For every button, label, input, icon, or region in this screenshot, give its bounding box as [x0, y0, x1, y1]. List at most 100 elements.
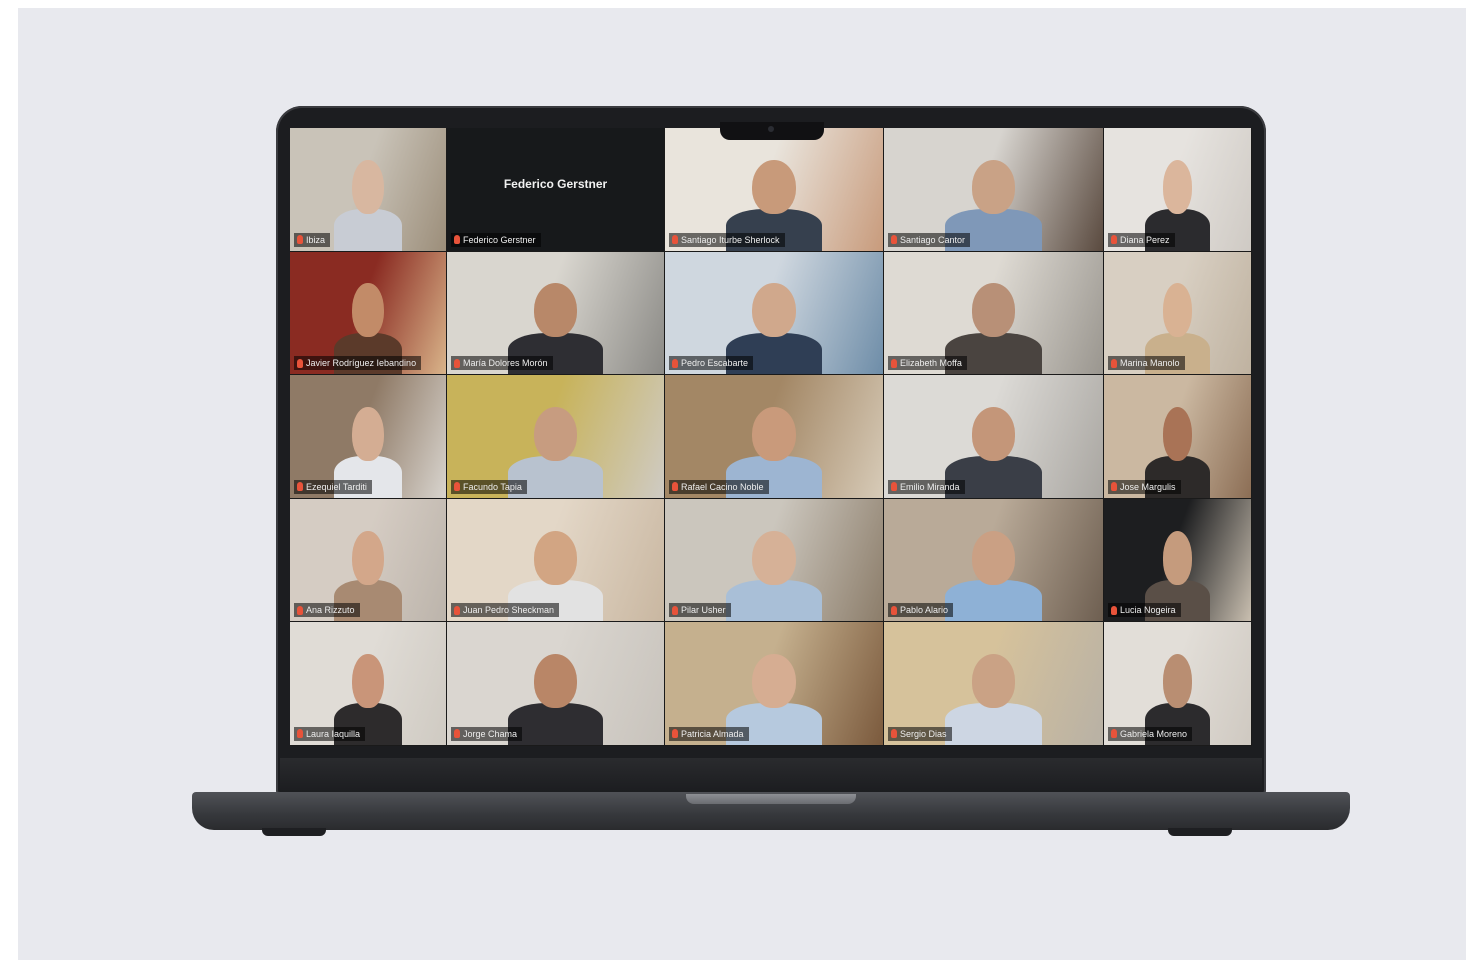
- participant-name: Lucia Nogeira: [1120, 605, 1176, 616]
- participant-name-tag: María Dolores Morón: [451, 356, 553, 371]
- mic-muted-icon: [672, 235, 678, 245]
- participant-head: [352, 407, 384, 461]
- participant-name-tag: Laura Iaquilla: [294, 726, 366, 741]
- participant-name-tag: Ezequiel Tarditi: [294, 479, 372, 494]
- participant-name-tag: Elizabeth Moffa: [888, 356, 967, 371]
- participant-tile[interactable]: Diana Perez: [1104, 128, 1252, 252]
- participant-tile[interactable]: Laura Iaquilla: [290, 622, 447, 746]
- participant-tile[interactable]: Ana Rizzuto: [290, 498, 447, 623]
- participant-name: María Dolores Morón: [463, 358, 548, 369]
- participant-name-tag: Sergio Dias: [888, 726, 952, 741]
- participant-torso: [726, 579, 822, 622]
- participant-head: [352, 283, 384, 338]
- mic-muted-icon: [672, 358, 678, 368]
- participant-name-tag: Lucia Nogeira: [1108, 603, 1181, 618]
- participant-head: [1162, 407, 1193, 461]
- participant-name-tag: Marina Manolo: [1108, 356, 1185, 371]
- participant-name: Facundo Tapia: [463, 481, 522, 492]
- participant-name-tag: Ibiza: [294, 232, 331, 247]
- participant-tile[interactable]: Ibiza: [290, 128, 447, 252]
- mic-muted-icon: [297, 358, 303, 368]
- participant-torso: [333, 208, 403, 251]
- mic-muted-icon: [1111, 235, 1117, 245]
- participant-head: [533, 530, 578, 585]
- participant-tile[interactable]: Marina Manolo: [1104, 251, 1252, 376]
- participant-tile[interactable]: Sergio Dias: [884, 622, 1104, 746]
- participant-tile[interactable]: María Dolores Morón: [447, 251, 665, 376]
- participant-tile[interactable]: Santiago Cantor: [884, 128, 1104, 252]
- participant-name-tag: Jose Margulis: [1108, 479, 1181, 494]
- mic-muted-icon: [454, 235, 460, 245]
- participant-name-tag: Santiago Cantor: [888, 232, 971, 247]
- participant-name-tag: Pedro Escabarte: [669, 356, 754, 371]
- mic-muted-icon: [454, 605, 460, 615]
- participant-tile[interactable]: Emilio Miranda: [884, 375, 1104, 499]
- participant-name: Ibiza: [306, 234, 326, 245]
- participant-head: [971, 159, 1016, 214]
- participant-head: [1162, 283, 1193, 338]
- participant-tile[interactable]: Lucia Nogeira: [1104, 498, 1252, 623]
- participant-name: Gabriela Moreno: [1120, 728, 1188, 739]
- video-call-screen: Ibiza Federico Gerstner Federico Gerstner S…: [290, 128, 1252, 746]
- participant-tile[interactable]: Pedro Escabarte: [665, 251, 884, 376]
- participant-tile[interactable]: Elizabeth Moffa: [884, 251, 1104, 376]
- participant-tile[interactable]: Rafael Cacino Noble: [665, 375, 884, 499]
- participant-head: [533, 654, 578, 709]
- participant-tile[interactable]: Gabriela Moreno: [1104, 622, 1252, 746]
- participant-torso: [945, 579, 1042, 622]
- participant-tile[interactable]: Pilar Usher: [665, 498, 884, 623]
- laptop-foot-left: [262, 828, 326, 836]
- participant-name: Ezequiel Tarditi: [306, 481, 367, 492]
- participant-name: Pilar Usher: [681, 605, 726, 616]
- participant-name-tag: Santiago Iturbe Sherlock: [669, 232, 785, 247]
- participant-name-tag: Juan Pedro Sheckman: [451, 603, 560, 618]
- laptop-foot-right: [1168, 828, 1232, 836]
- participant-tile[interactable]: Jorge Chama: [447, 622, 665, 746]
- participant-head: [752, 159, 796, 214]
- participant-tile[interactable]: Santiago Iturbe Sherlock: [665, 128, 884, 252]
- participant-name-tag: Ana Rizzuto: [294, 603, 360, 618]
- mic-muted-icon: [891, 729, 897, 739]
- participant-tile[interactable]: Facundo Tapia: [447, 375, 665, 499]
- laptop-opening-notch: [686, 794, 856, 804]
- participant-head: [352, 530, 384, 585]
- participant-head: [352, 654, 384, 709]
- participant-head: [752, 654, 796, 709]
- participant-head: [533, 407, 578, 461]
- participant-name: Patricia Almada: [681, 728, 744, 739]
- participant-head: [352, 159, 384, 214]
- mic-muted-icon: [1111, 358, 1117, 368]
- mic-muted-icon: [454, 358, 460, 368]
- participant-name: Juan Pedro Sheckman: [463, 605, 555, 616]
- participant-tile[interactable]: Juan Pedro Sheckman: [447, 498, 665, 623]
- participant-name: Jose Margulis: [1120, 481, 1176, 492]
- participant-name-tag: Federico Gerstner: [451, 232, 541, 247]
- participant-name-tag: Pablo Alario: [888, 603, 954, 618]
- participant-name: Diana Perez: [1120, 234, 1170, 245]
- participant-head: [971, 407, 1016, 461]
- participant-head: [971, 530, 1016, 585]
- participant-name-tag: Gabriela Moreno: [1108, 726, 1193, 741]
- participant-name-tag: Patricia Almada: [669, 726, 749, 741]
- participant-tile[interactable]: Ezequiel Tarditi: [290, 375, 447, 499]
- laptop-chin: [280, 758, 1262, 794]
- participant-head: [752, 283, 796, 338]
- mic-muted-icon: [297, 482, 303, 492]
- participant-tile[interactable]: Jose Margulis: [1104, 375, 1252, 499]
- participant-tile[interactable]: Federico Gerstner Federico Gerstner: [447, 128, 665, 252]
- participant-name: Sergio Dias: [900, 728, 947, 739]
- participant-head: [1162, 159, 1193, 214]
- participant-name: Ana Rizzuto: [306, 605, 355, 616]
- participant-head: [1162, 530, 1193, 585]
- participant-grid: Ibiza Federico Gerstner Federico Gerstner S…: [290, 128, 1252, 746]
- participant-name: Pablo Alario: [900, 605, 949, 616]
- mic-muted-icon: [672, 605, 678, 615]
- participant-name-tag: Jorge Chama: [451, 726, 523, 741]
- participant-name: Santiago Cantor: [900, 234, 966, 245]
- participant-tile[interactable]: Pablo Alario: [884, 498, 1104, 623]
- participant-tile[interactable]: Javier Rodríguez Iebandino: [290, 251, 447, 376]
- participant-tile[interactable]: Patricia Almada: [665, 622, 884, 746]
- participant-name: Laura Iaquilla: [306, 728, 361, 739]
- participant-name-tag: Rafael Cacino Noble: [669, 479, 769, 494]
- participant-name-tag: Javier Rodríguez Iebandino: [294, 356, 422, 371]
